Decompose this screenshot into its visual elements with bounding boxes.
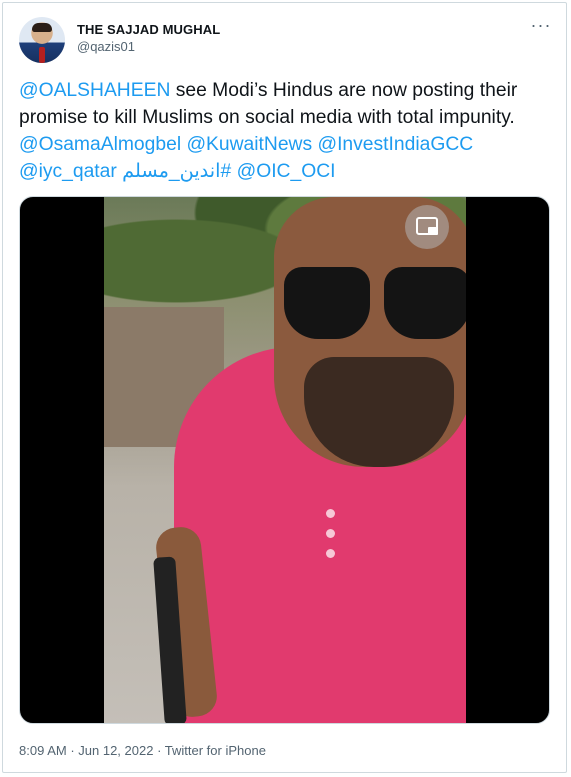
author-display-name[interactable]: THE SAJJAD MUGHAL: [77, 21, 220, 38]
mention-link[interactable]: @InvestIndiaGCC: [318, 134, 474, 155]
tweet-source: Twitter for iPhone: [164, 743, 266, 758]
meta-separator: ·: [153, 743, 165, 758]
sunglasses-lens-right: [384, 267, 466, 339]
hashtag-link[interactable]: #اندين_مسلم: [122, 161, 231, 182]
author-names: THE SAJJAD MUGHAL @qazis01: [77, 21, 220, 55]
shirt-button: [326, 509, 335, 518]
sunglasses-lens-left: [284, 267, 370, 339]
meta-separator: ·: [66, 743, 79, 758]
video-frame[interactable]: [104, 197, 466, 723]
shirt-button: [326, 549, 335, 558]
pip-inner: [428, 227, 438, 235]
video-player[interactable]: [19, 196, 550, 724]
video-sunglasses: [284, 267, 466, 347]
shirt-button: [326, 529, 335, 538]
mention-link[interactable]: @OALSHAHEEN: [19, 80, 170, 101]
tweet-text: @OALSHAHEEN see Modi’s Hindus are now po…: [19, 77, 553, 185]
avatar-tie: [39, 47, 45, 63]
picture-in-picture-icon[interactable]: [405, 205, 449, 249]
tweet-header: THE SAJJAD MUGHAL @qazis01 ···: [19, 16, 552, 65]
mention-link[interactable]: @iyc_qatar: [19, 161, 117, 182]
tweet-meta: 8:09 AM · Jun 12, 2022 · Twitter for iPh…: [19, 743, 266, 759]
mention-link[interactable]: @OsamaAlmogbel: [19, 134, 181, 155]
tweet-time[interactable]: 8:09 AM: [19, 743, 67, 758]
mention-link[interactable]: @OIC_OCI: [237, 161, 336, 182]
avatar[interactable]: [19, 17, 65, 63]
tweet-date[interactable]: Jun 12, 2022: [78, 743, 153, 758]
avatar-hair: [32, 23, 52, 32]
author-handle[interactable]: @qazis01: [77, 38, 220, 55]
more-dots-icon[interactable]: ···: [530, 16, 552, 39]
tweet-card[interactable]: THE SAJJAD MUGHAL @qazis01 ··· @OALSHAHE…: [2, 2, 567, 773]
mention-link[interactable]: @KuwaitNews: [186, 134, 312, 155]
